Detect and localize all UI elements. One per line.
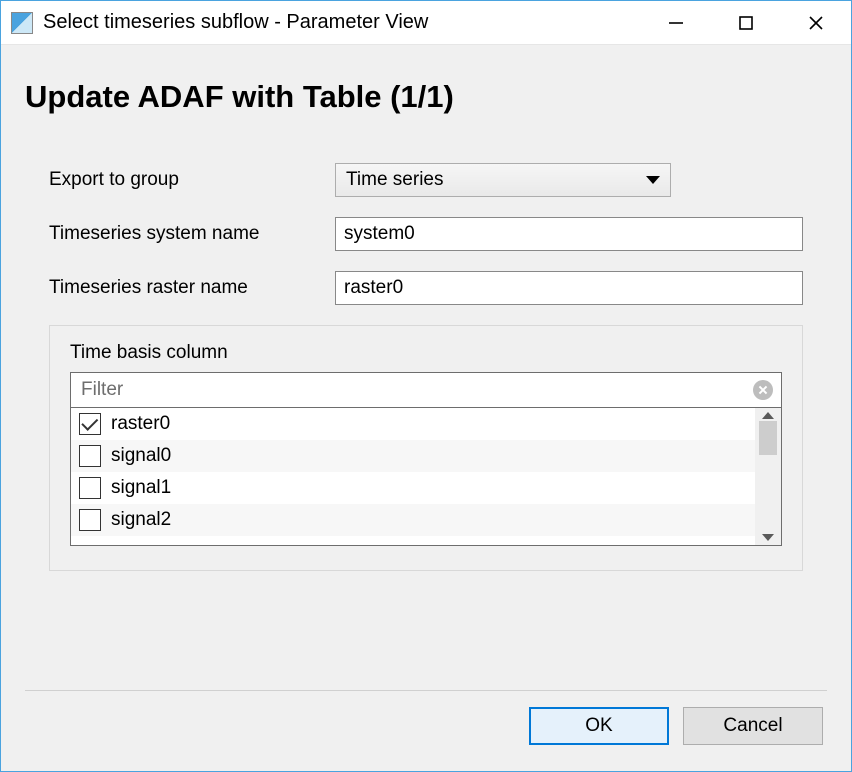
export-group-dropdown[interactable]: Time series <box>335 163 671 197</box>
list-item[interactable]: signal1 <box>71 472 755 504</box>
scrollbar[interactable] <box>755 408 781 545</box>
divider <box>25 690 827 691</box>
window-frame: Select timeseries subflow - Parameter Vi… <box>0 0 852 772</box>
spacer <box>25 571 827 662</box>
raster-name-input[interactable] <box>335 271 803 305</box>
row-system-name: Timeseries system name <box>49 217 803 251</box>
time-basis-group: Time basis column raster0 signal0 <box>49 325 803 571</box>
ok-button[interactable]: OK <box>529 707 669 745</box>
filter-wrap <box>70 372 782 408</box>
checkbox-icon[interactable] <box>79 477 101 499</box>
window-title: Select timeseries subflow - Parameter Vi… <box>43 11 641 34</box>
checkbox-icon[interactable] <box>79 413 101 435</box>
parameter-form: Export to group Time series Timeseries s… <box>25 163 827 571</box>
dialog-buttons: OK Cancel <box>25 707 827 761</box>
page-title: Update ADAF with Table (1/1) <box>25 79 827 115</box>
export-group-value: Time series <box>346 169 443 191</box>
system-name-input[interactable] <box>335 217 803 251</box>
label-raster-name: Timeseries raster name <box>49 277 335 299</box>
row-export-group: Export to group Time series <box>49 163 803 197</box>
maximize-icon <box>738 15 754 31</box>
list-item-label: signal1 <box>111 477 171 499</box>
list-items: raster0 signal0 signal1 signal2 <box>71 408 755 545</box>
clear-filter-icon[interactable] <box>753 380 773 400</box>
window-controls <box>641 1 851 44</box>
scroll-down-icon[interactable] <box>762 534 774 541</box>
control-export-group: Time series <box>335 163 803 197</box>
titlebar: Select timeseries subflow - Parameter Vi… <box>1 1 851 45</box>
list-item[interactable]: signal2 <box>71 504 755 536</box>
scroll-up-icon[interactable] <box>762 412 774 419</box>
cancel-button-label: Cancel <box>723 715 782 737</box>
label-export-group: Export to group <box>49 169 335 191</box>
chevron-down-icon <box>646 176 660 184</box>
close-icon <box>807 14 825 32</box>
checkbox-icon[interactable] <box>79 509 101 531</box>
scroll-thumb[interactable] <box>759 421 777 455</box>
close-button[interactable] <box>781 1 851 44</box>
scroll-track[interactable] <box>759 419 777 534</box>
filter-input[interactable] <box>79 378 741 402</box>
list-item-label: signal2 <box>111 509 171 531</box>
row-raster-name: Timeseries raster name <box>49 271 803 305</box>
label-system-name: Timeseries system name <box>49 223 335 245</box>
client-area: Update ADAF with Table (1/1) Export to g… <box>1 45 851 771</box>
list-item[interactable]: raster0 <box>71 408 755 440</box>
checkbox-icon[interactable] <box>79 445 101 467</box>
minimize-icon <box>667 14 685 32</box>
list-item-label: raster0 <box>111 413 170 435</box>
minimize-button[interactable] <box>641 1 711 44</box>
cancel-button[interactable]: Cancel <box>683 707 823 745</box>
list-item-label: signal0 <box>111 445 171 467</box>
maximize-button[interactable] <box>711 1 781 44</box>
ok-button-label: OK <box>585 715 612 737</box>
time-basis-label: Time basis column <box>70 342 782 364</box>
time-basis-listbox: raster0 signal0 signal1 signal2 <box>70 408 782 546</box>
app-icon <box>11 12 33 34</box>
list-item[interactable]: signal0 <box>71 440 755 472</box>
